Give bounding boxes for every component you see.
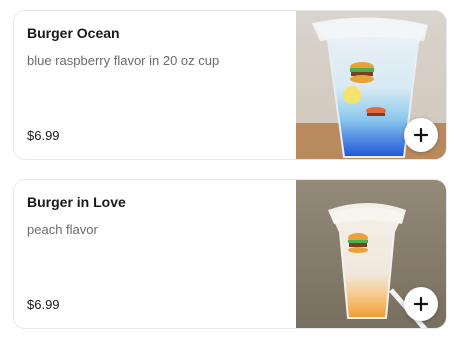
item-name: Burger in Love: [27, 194, 126, 210]
item-price: $6.99: [27, 297, 60, 312]
item-photo: [296, 11, 446, 159]
add-to-cart-button[interactable]: [404, 287, 438, 321]
plus-icon: [413, 296, 429, 312]
item-photo: [296, 180, 446, 328]
menu-item-text: Burger in Love peach flavor $6.99: [27, 180, 292, 328]
plus-icon: [413, 127, 429, 143]
item-name: Burger Ocean: [27, 25, 120, 41]
menu-item-card[interactable]: Burger Ocean blue raspberry flavor in 20…: [13, 10, 447, 160]
menu-item-text: Burger Ocean blue raspberry flavor in 20…: [27, 11, 292, 159]
menu-item-card[interactable]: Burger in Love peach flavor $6.99: [13, 179, 447, 329]
item-price: $6.99: [27, 128, 60, 143]
item-description: peach flavor: [27, 222, 98, 237]
add-to-cart-button[interactable]: [404, 118, 438, 152]
item-description: blue raspberry flavor in 20 oz cup: [27, 53, 220, 68]
